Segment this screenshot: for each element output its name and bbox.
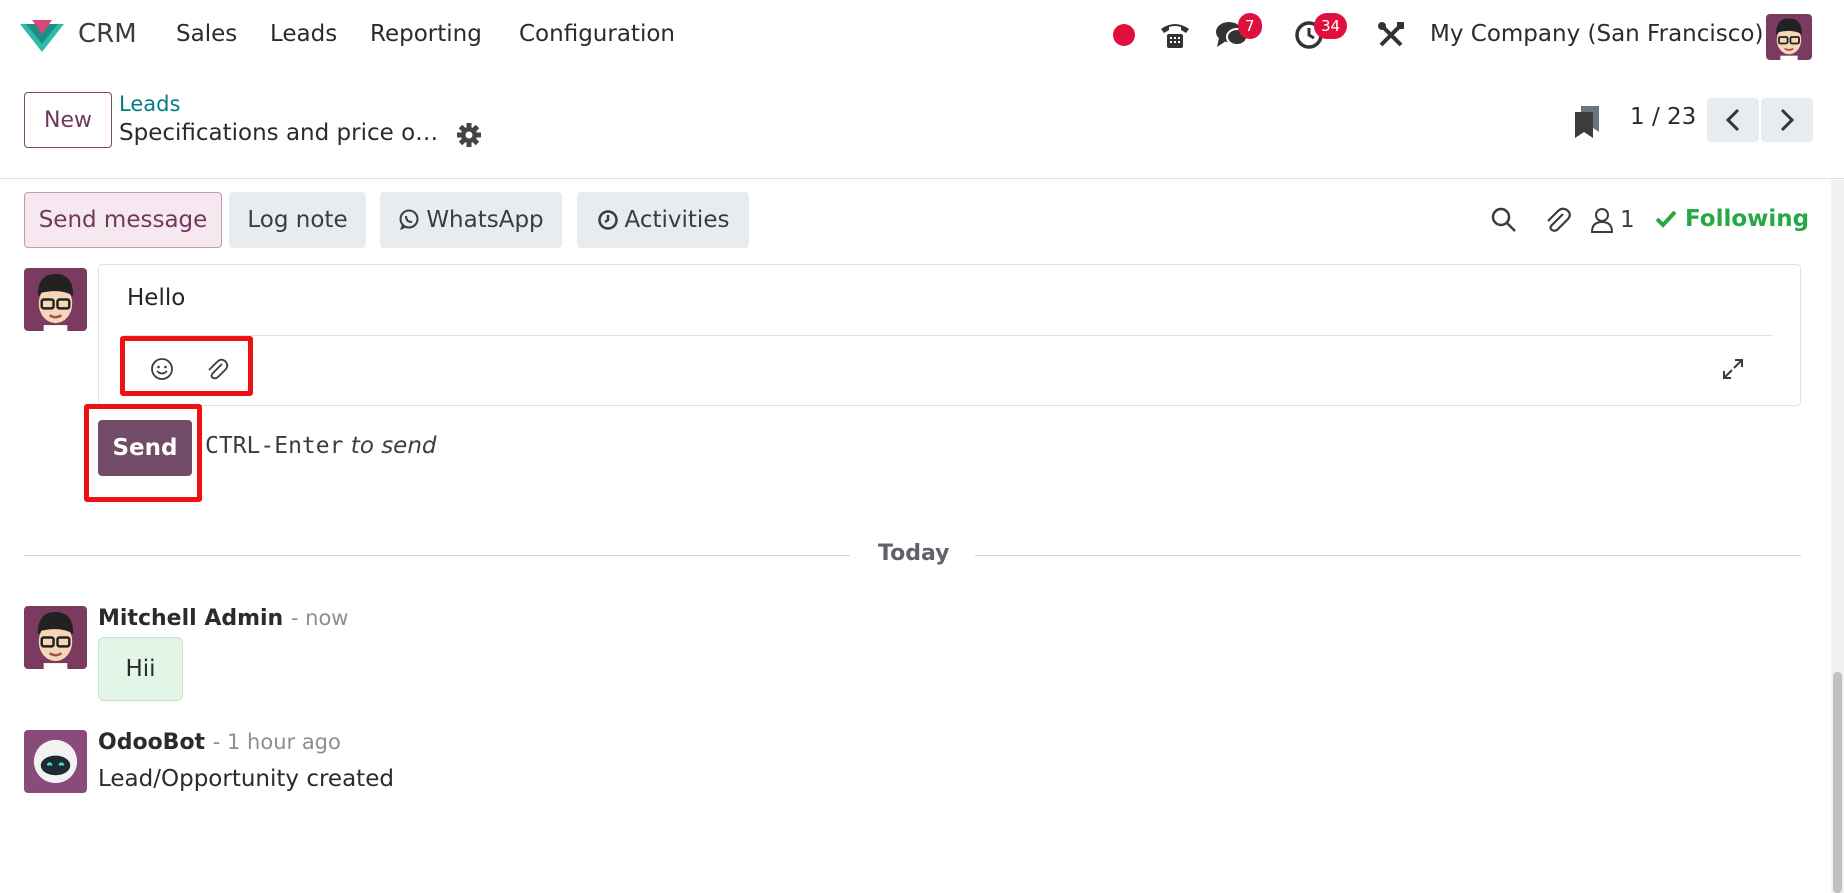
composer-avatar bbox=[24, 268, 87, 331]
whatsapp-icon bbox=[399, 209, 419, 230]
paperclip-icon[interactable] bbox=[1541, 204, 1573, 236]
message-author[interactable]: OdooBot bbox=[98, 730, 205, 755]
record-title: Specifications and price of … bbox=[119, 120, 444, 146]
following-toggle[interactable]: Following bbox=[1655, 206, 1809, 232]
message-header: Mitchell Admin - now bbox=[98, 606, 348, 631]
separator-line-right bbox=[975, 555, 1801, 556]
user-avatar[interactable] bbox=[1766, 14, 1812, 60]
clock-icon bbox=[597, 210, 618, 230]
whatsapp-button[interactable]: WhatsApp bbox=[380, 192, 562, 248]
user-icon[interactable] bbox=[1586, 204, 1618, 236]
new-button[interactable]: New bbox=[24, 92, 112, 148]
crm-logo-icon[interactable] bbox=[18, 18, 66, 56]
separator-line-left bbox=[24, 555, 850, 556]
hint-shortcut: CTRL-Enter bbox=[205, 433, 344, 459]
date-separator-label: Today bbox=[878, 541, 950, 566]
toolbar-highlight-box bbox=[120, 336, 253, 396]
pager-next-button[interactable] bbox=[1761, 98, 1813, 142]
log-note-button[interactable]: Log note bbox=[229, 192, 366, 248]
phone-icon[interactable] bbox=[1158, 18, 1192, 52]
chevron-left-icon bbox=[1725, 108, 1740, 132]
message-header: OdooBot - 1 hour ago bbox=[98, 730, 341, 755]
send-highlight-box bbox=[84, 404, 202, 502]
top-navbar: CRM Sales Leads Reporting Configuration … bbox=[0, 0, 1844, 72]
message-time: - now bbox=[290, 606, 349, 630]
pager-previous-button[interactable] bbox=[1707, 98, 1759, 142]
vertical-scrollbar[interactable] bbox=[1831, 180, 1844, 893]
composer-input[interactable]: Hello bbox=[127, 285, 185, 311]
menu-configuration[interactable]: Configuration bbox=[519, 21, 675, 47]
gear-icon[interactable] bbox=[456, 122, 482, 148]
followers-count[interactable]: 1 bbox=[1620, 207, 1635, 233]
control-panel: New Leads Specifications and price of … … bbox=[0, 72, 1844, 179]
message-time: - 1 hour ago bbox=[212, 730, 341, 754]
activities-label: Activities bbox=[624, 207, 730, 233]
check-icon bbox=[1655, 210, 1677, 228]
message-author[interactable]: Mitchell Admin bbox=[98, 606, 283, 631]
tools-icon[interactable] bbox=[1374, 18, 1408, 52]
expand-icon[interactable] bbox=[1719, 355, 1747, 383]
bookmark-icon[interactable] bbox=[1573, 104, 1603, 138]
messages-badge: 7 bbox=[1238, 13, 1262, 39]
chevron-right-icon bbox=[1780, 108, 1795, 132]
send-message-button[interactable]: Send message bbox=[24, 192, 222, 248]
record-dot-icon[interactable] bbox=[1107, 18, 1141, 52]
app-name[interactable]: CRM bbox=[78, 19, 137, 49]
message-body: Lead/Opportunity created bbox=[98, 766, 394, 792]
message-composer[interactable]: Hello bbox=[98, 264, 1801, 406]
following-label: Following bbox=[1685, 206, 1810, 232]
menu-leads[interactable]: Leads bbox=[270, 21, 337, 47]
activities-button[interactable]: Activities bbox=[577, 192, 749, 248]
menu-reporting[interactable]: Reporting bbox=[370, 21, 482, 47]
message-bubble: Hii bbox=[98, 637, 183, 701]
odoobot-avatar[interactable] bbox=[24, 730, 87, 793]
hint-text: to send bbox=[350, 433, 437, 459]
pager-value[interactable]: 1 / 23 bbox=[1630, 104, 1696, 130]
whatsapp-label: WhatsApp bbox=[426, 207, 544, 233]
breadcrumb-leads-link[interactable]: Leads bbox=[119, 92, 180, 116]
search-icon[interactable] bbox=[1488, 204, 1520, 236]
activities-badge: 34 bbox=[1314, 13, 1348, 39]
scrollbar-thumb[interactable] bbox=[1833, 672, 1842, 893]
company-switcher[interactable]: My Company (San Francisco) bbox=[1430, 21, 1763, 47]
message-avatar[interactable] bbox=[24, 606, 87, 669]
send-hint: CTRL-Enter to send bbox=[205, 433, 437, 459]
menu-sales[interactable]: Sales bbox=[176, 21, 237, 47]
composer-divider bbox=[123, 335, 1773, 336]
